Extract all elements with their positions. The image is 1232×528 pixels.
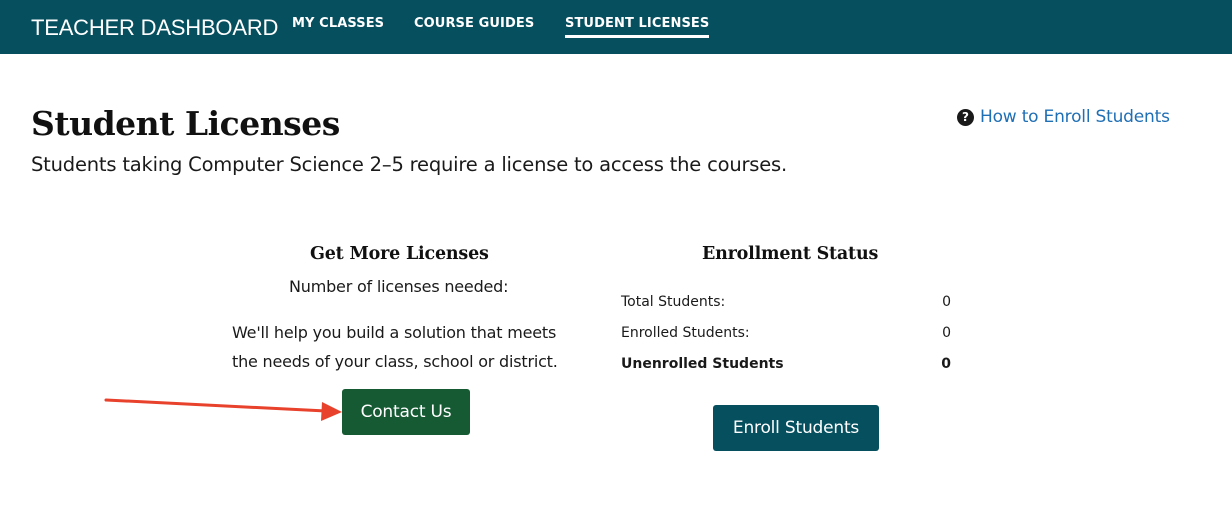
page-title: Student Licenses (31, 104, 340, 143)
enrolled-students-value: 0 (942, 325, 951, 341)
total-students-label: Total Students: (621, 294, 726, 310)
nav-course-guides[interactable]: COURSE GUIDES (414, 16, 534, 31)
brand-title[interactable]: TEACHER DASHBOARD (31, 15, 278, 41)
how-to-enroll-link[interactable]: ? How to Enroll Students (957, 107, 1170, 127)
total-students-value: 0 (942, 294, 951, 310)
top-navigation-bar: TEACHER DASHBOARD MY CLASSES COURSE GUID… (0, 0, 1232, 54)
question-circle-icon: ? (957, 108, 974, 126)
red-arrow-icon (104, 398, 342, 421)
licenses-needed-label: Number of licenses needed: (289, 277, 509, 296)
page-subtitle: Students taking Computer Science 2–5 req… (31, 153, 788, 176)
nav-my-classes[interactable]: MY CLASSES (292, 16, 384, 31)
total-students-row: Total Students: 0 (621, 294, 951, 314)
enrollment-status-heading: Enrollment Status (702, 244, 879, 264)
enrolled-students-row: Enrolled Students: 0 (621, 325, 951, 345)
how-to-enroll-link-label: How to Enroll Students (980, 107, 1170, 127)
unenrolled-students-value: 0 (941, 356, 951, 372)
unenrolled-students-row: Unenrolled Students 0 (621, 356, 951, 376)
enroll-students-button[interactable]: Enroll Students (713, 405, 879, 451)
nav-student-licenses[interactable]: STUDENT LICENSES (565, 16, 710, 38)
enrolled-students-label: Enrolled Students: (621, 325, 750, 341)
licenses-help-text: We'll help you build a solution that mee… (232, 323, 558, 371)
get-more-licenses-heading: Get More Licenses (310, 244, 489, 264)
unenrolled-students-label: Unenrolled Students (621, 356, 784, 372)
contact-us-button[interactable]: Contact Us (342, 389, 470, 435)
